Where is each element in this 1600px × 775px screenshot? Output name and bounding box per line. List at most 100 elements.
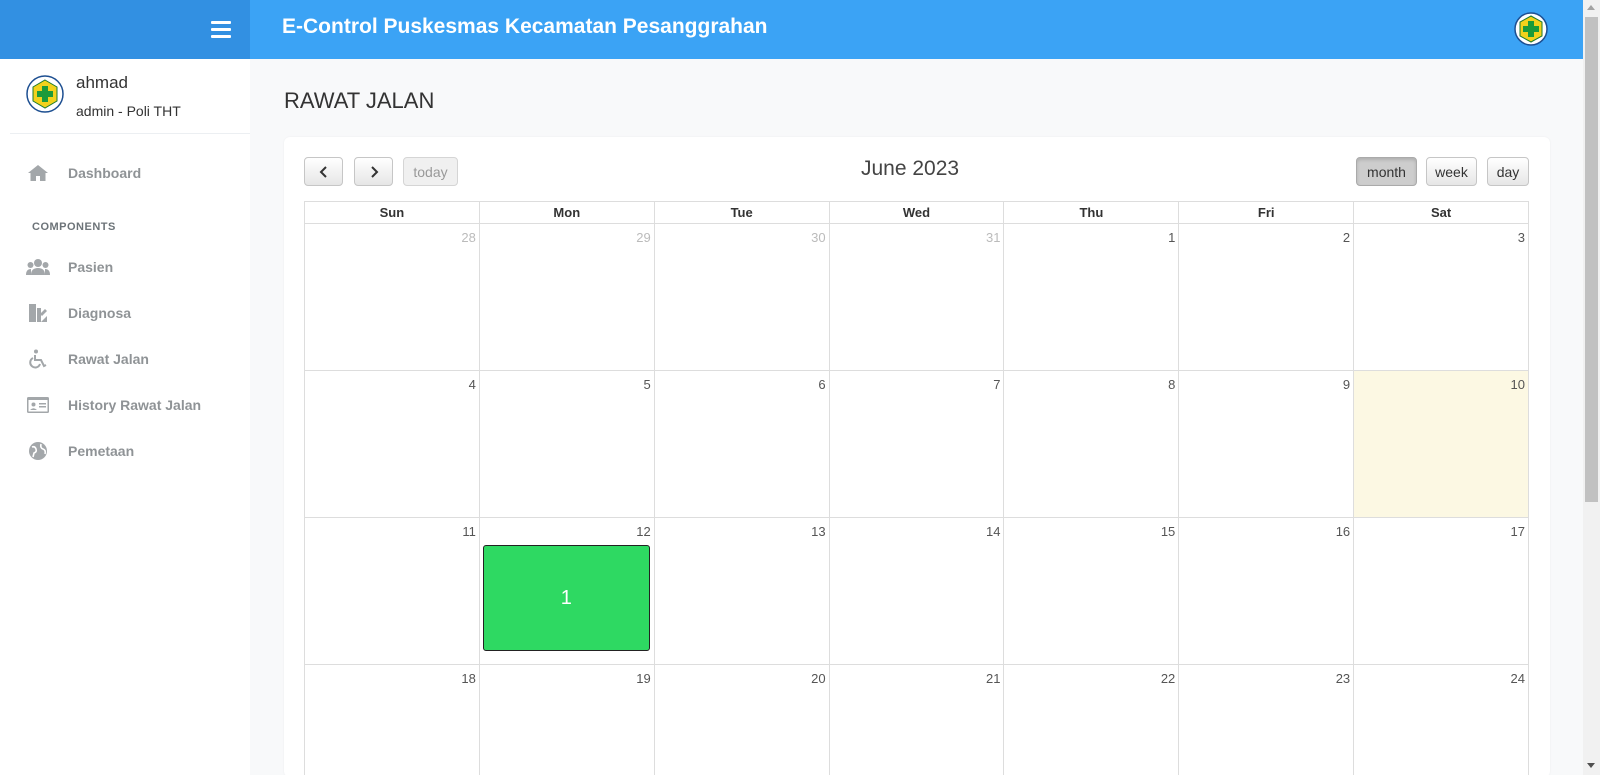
calendar-day-cell[interactable]: 15 bbox=[1003, 518, 1178, 664]
day-number: 21 bbox=[985, 671, 1001, 686]
sidebar-item-history-rawat-jalan[interactable]: History Rawat Jalan bbox=[26, 392, 236, 418]
weekday-label: Mon bbox=[478, 202, 654, 223]
day-number: 22 bbox=[1160, 671, 1176, 686]
sidebar-item-label: Pemetaan bbox=[68, 443, 135, 459]
day-number: 2 bbox=[1342, 230, 1351, 245]
calendar-day-cell[interactable]: 23 bbox=[1178, 665, 1353, 775]
day-number: 23 bbox=[1335, 671, 1351, 686]
next-month-button[interactable] bbox=[354, 157, 393, 186]
calendar-day-cell[interactable]: 6 bbox=[653, 371, 829, 517]
calendar-week-row: 18 19 20 21 22 23 24 bbox=[304, 665, 1529, 775]
user-role: admin - Poli THT bbox=[76, 103, 181, 119]
day-number: 13 bbox=[811, 524, 826, 539]
sidebar-item-diagnosa[interactable]: Diagnosa bbox=[26, 300, 236, 326]
calendar-day-cell[interactable]: 1 bbox=[1003, 224, 1178, 370]
id-card-icon bbox=[26, 395, 50, 415]
page-scrollbar[interactable] bbox=[1583, 0, 1600, 775]
sidebar-item-pemetaan[interactable]: Pemetaan bbox=[26, 438, 236, 464]
calendar-day-cell[interactable]: 19 bbox=[478, 665, 654, 775]
scrollbar-thumb[interactable] bbox=[1585, 17, 1598, 502]
top-navbar: E-Control Puskesmas Kecamatan Pesanggrah… bbox=[0, 0, 1583, 59]
weekday-label: Thu bbox=[1003, 202, 1178, 223]
calendar-title: June 2023 bbox=[861, 157, 960, 180]
day-view-button[interactable]: day bbox=[1487, 157, 1529, 186]
calendar-day-cell[interactable]: 8 bbox=[1003, 371, 1178, 517]
menu-toggle-icon[interactable] bbox=[211, 21, 231, 38]
weekday-header: Sun Mon Tue Wed Thu Fri Sat bbox=[304, 201, 1529, 224]
calendar-week-row: 11 12 1 13 14 15 16 17 bbox=[304, 518, 1529, 665]
today-button[interactable]: today bbox=[403, 157, 458, 186]
diagnosis-icon bbox=[26, 303, 50, 323]
day-number: 6 bbox=[818, 377, 826, 392]
scroll-up-arrow-icon[interactable] bbox=[1587, 5, 1595, 10]
calendar-day-cell[interactable]: 11 bbox=[305, 518, 479, 664]
calendar-day-cell[interactable]: 2 bbox=[1178, 224, 1353, 370]
calendar-day-cell[interactable]: 21 bbox=[828, 665, 1004, 775]
day-number: 15 bbox=[1160, 524, 1176, 539]
day-number: 29 bbox=[636, 230, 651, 245]
calendar-day-cell[interactable]: 5 bbox=[478, 371, 654, 517]
day-number: 10 bbox=[1510, 377, 1526, 392]
day-number: 18 bbox=[461, 671, 476, 686]
user-avatar-logo-icon bbox=[26, 75, 64, 113]
weekday-label: Tue bbox=[653, 202, 829, 223]
calendar-day-cell[interactable]: 4 bbox=[305, 371, 479, 517]
day-number: 12 bbox=[636, 524, 651, 539]
weekday-label: Wed bbox=[828, 202, 1004, 223]
week-view-button[interactable]: week bbox=[1426, 157, 1477, 186]
sidebar-item-label: Diagnosa bbox=[68, 305, 132, 321]
calendar-day-cell[interactable]: 22 bbox=[1003, 665, 1178, 775]
sidebar-section-label: COMPONENTS bbox=[32, 221, 116, 233]
calendar-day-cell[interactable]: 13 bbox=[653, 518, 829, 664]
sidebar-item-label: History Rawat Jalan bbox=[68, 397, 202, 413]
day-number: 20 bbox=[811, 671, 826, 686]
sidebar-item-label: Rawat Jalan bbox=[68, 351, 149, 367]
page-title: RAWAT JALAN bbox=[284, 88, 435, 113]
sidebar-item-dashboard[interactable]: Dashboard bbox=[26, 160, 236, 186]
calendar-day-cell[interactable]: 29 bbox=[478, 224, 654, 370]
chevron-left-icon bbox=[319, 165, 327, 178]
calendar-day-cell[interactable]: 7 bbox=[828, 371, 1004, 517]
calendar-day-cell[interactable]: 24 bbox=[1353, 665, 1528, 775]
day-number: 17 bbox=[1510, 524, 1526, 539]
calendar-day-cell[interactable]: 28 bbox=[305, 224, 479, 370]
calendar-day-cell[interactable]: 20 bbox=[653, 665, 829, 775]
month-view-button[interactable]: month bbox=[1356, 157, 1417, 186]
chevron-right-icon bbox=[370, 165, 378, 178]
day-number: 3 bbox=[1517, 230, 1526, 245]
puskesmas-logo-icon[interactable] bbox=[1513, 11, 1549, 47]
day-number: 31 bbox=[985, 230, 1001, 245]
calendar-day-cell-today[interactable]: 10 bbox=[1353, 371, 1529, 517]
day-number: 11 bbox=[462, 524, 476, 539]
navbar-brand-area bbox=[0, 0, 250, 59]
sidebar-item-rawat-jalan[interactable]: Rawat Jalan bbox=[26, 346, 236, 372]
day-number: 16 bbox=[1335, 524, 1351, 539]
weekday-label: Fri bbox=[1178, 202, 1353, 223]
day-number: 7 bbox=[993, 377, 1001, 392]
sidebar-item-pasien[interactable]: Pasien bbox=[26, 254, 236, 280]
calendar-week-row: 28 29 30 31 1 2 3 bbox=[304, 224, 1529, 371]
day-number: 19 bbox=[636, 671, 651, 686]
home-icon bbox=[26, 163, 50, 183]
calendar-day-cell[interactable]: 16 bbox=[1178, 518, 1353, 664]
day-number: 30 bbox=[811, 230, 826, 245]
weekday-label: Sun bbox=[379, 205, 405, 220]
prev-month-button[interactable] bbox=[304, 157, 343, 186]
user-name: ahmad bbox=[76, 73, 128, 92]
calendar-day-cell[interactable]: 9 bbox=[1178, 371, 1353, 517]
calendar-day-cell[interactable]: 31 bbox=[828, 224, 1004, 370]
calendar-day-cell[interactable]: 14 bbox=[828, 518, 1004, 664]
app-title: E-Control Puskesmas Kecamatan Pesanggrah… bbox=[282, 15, 768, 38]
calendar-day-cell[interactable]: 12 1 bbox=[478, 518, 654, 664]
sidebar: ahmad admin - Poli THT Dashboard COMPONE… bbox=[0, 59, 250, 775]
scroll-down-arrow-icon[interactable] bbox=[1587, 763, 1595, 768]
day-number: 5 bbox=[643, 377, 651, 392]
calendar-day-cell[interactable]: 3 bbox=[1353, 224, 1528, 370]
day-number: 9 bbox=[1342, 377, 1351, 392]
day-number: 24 bbox=[1510, 671, 1526, 686]
calendar-day-cell[interactable]: 17 bbox=[1353, 518, 1528, 664]
calendar-day-cell[interactable]: 18 bbox=[305, 665, 479, 775]
day-number: 28 bbox=[461, 230, 476, 245]
calendar-day-cell[interactable]: 30 bbox=[653, 224, 829, 370]
calendar-event[interactable]: 1 bbox=[482, 545, 650, 651]
